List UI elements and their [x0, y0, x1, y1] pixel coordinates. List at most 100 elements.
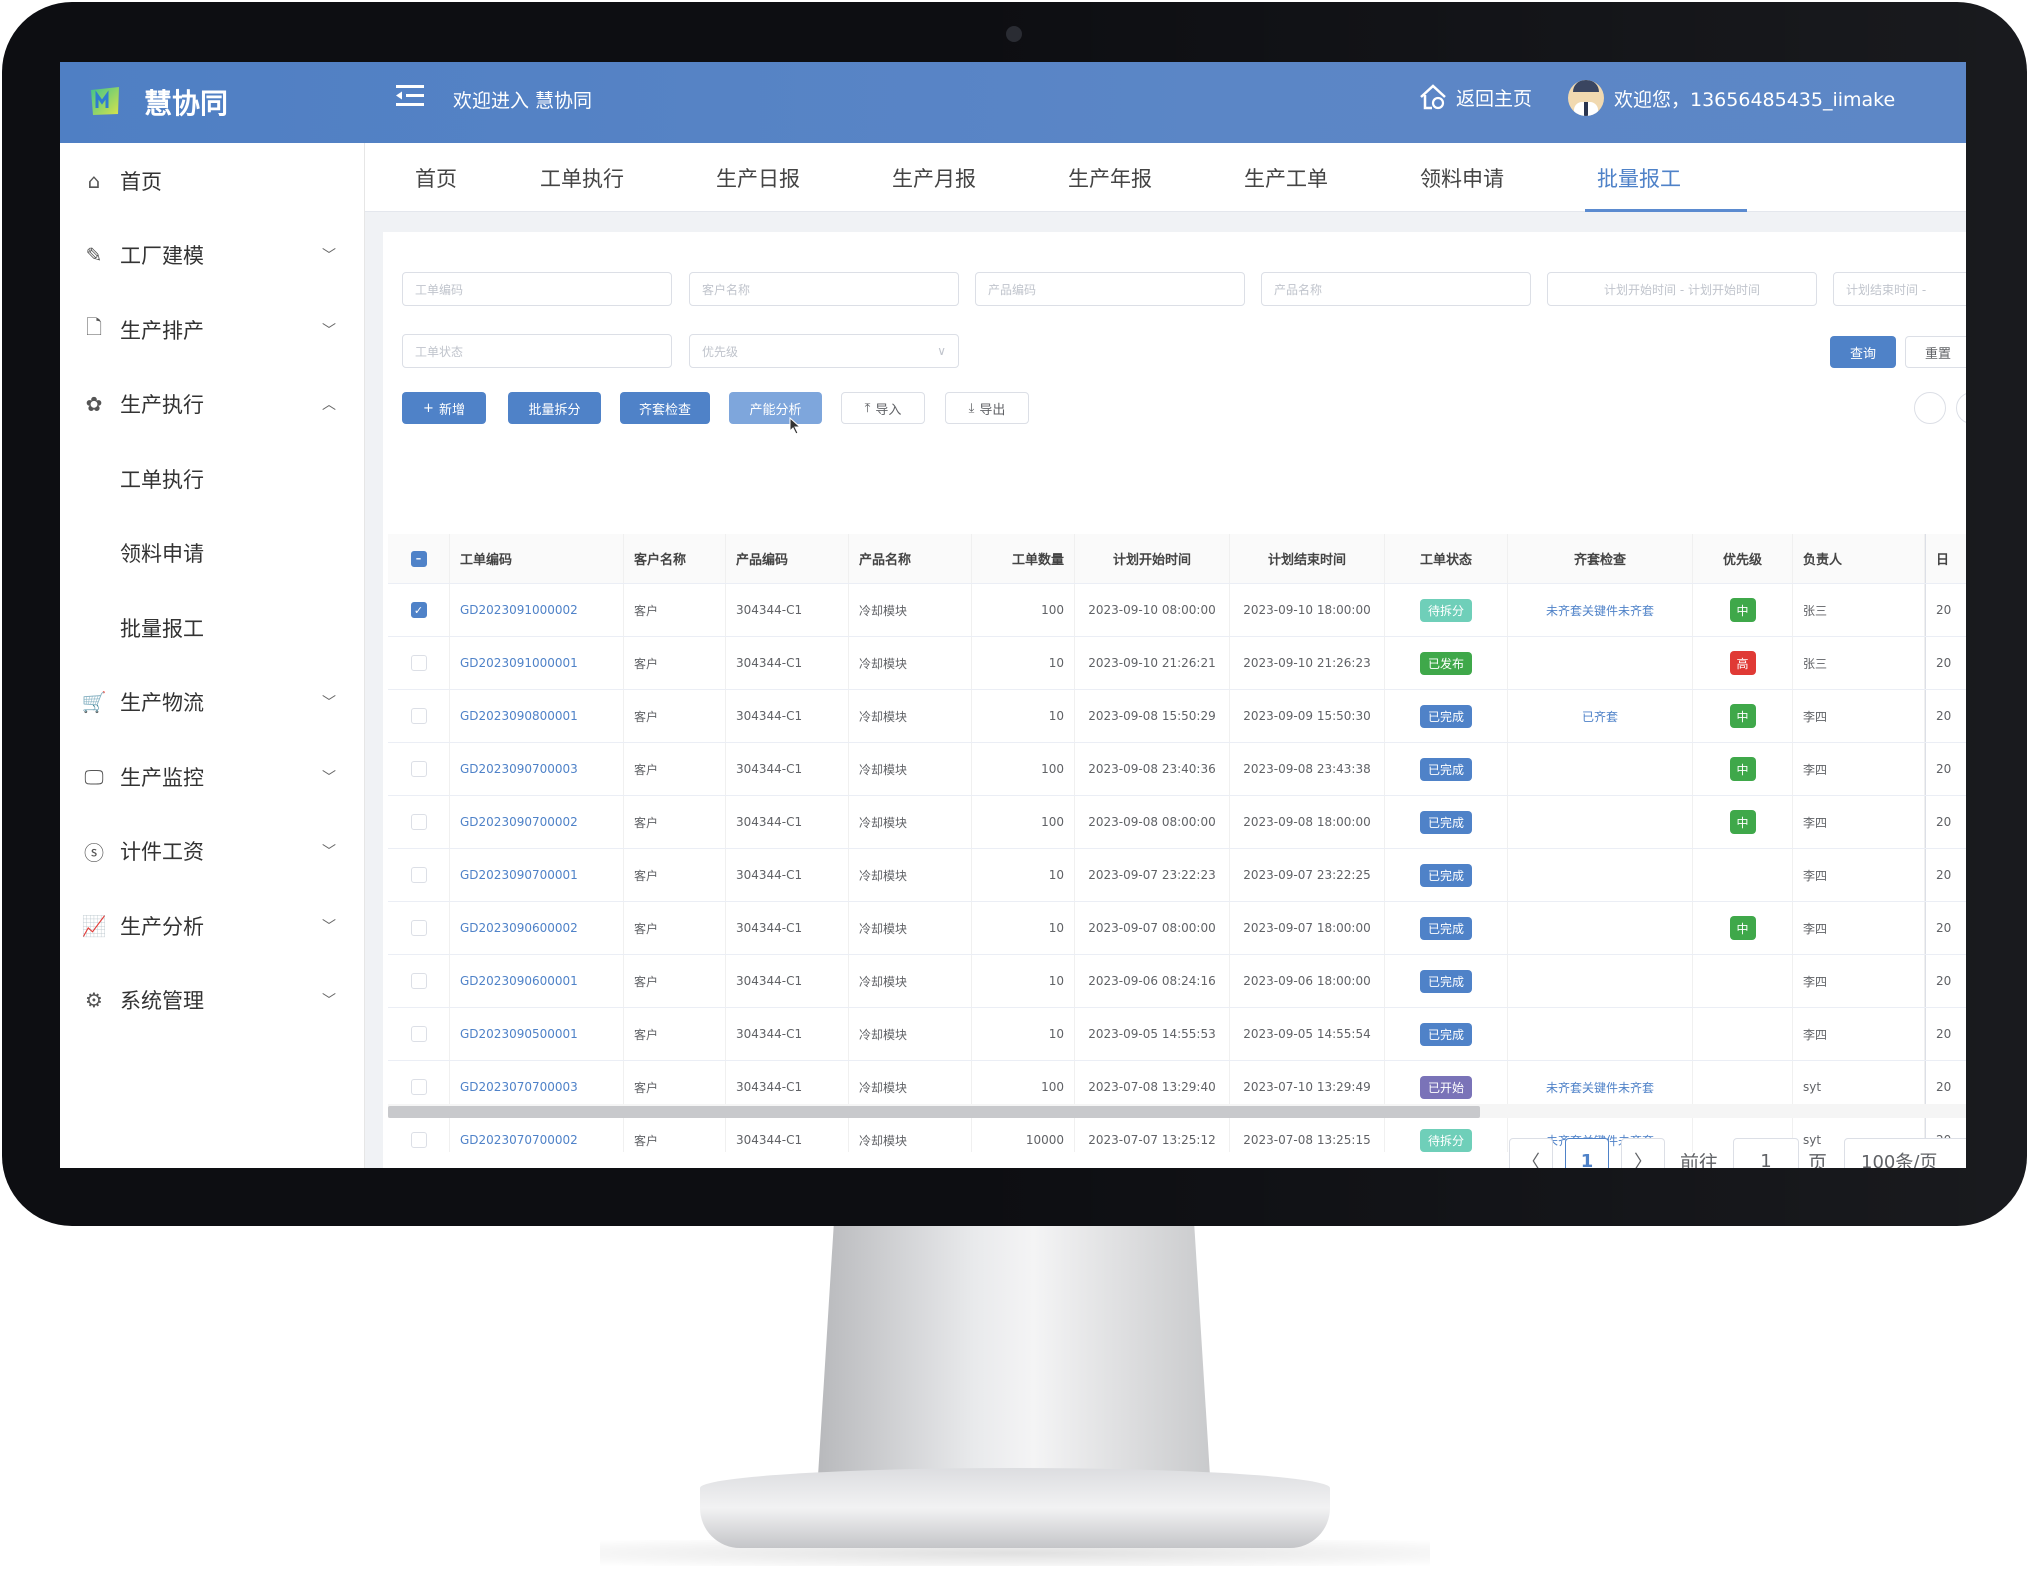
sidebar-item-home[interactable]: ⌂ 首页 — [60, 151, 365, 211]
sidebar-item-system-management[interactable]: ⚙ 系统管理 ﹀ — [60, 970, 365, 1030]
scrollbar-thumb[interactable] — [388, 1106, 1480, 1118]
row-checkbox[interactable] — [410, 655, 427, 671]
column-header[interactable]: 齐套检查 — [1508, 534, 1693, 583]
column-header[interactable]: 日 — [1925, 534, 1966, 583]
sidebar-item-production-scheduling[interactable]: 🗋 生产排产 ﹀ — [60, 300, 365, 360]
priority-select[interactable]: 优先级 ∨ — [689, 334, 959, 368]
work-order-code-link[interactable]: GD2023090700002 — [450, 796, 624, 848]
column-download-button[interactable]: ⤓ — [1956, 392, 1966, 424]
tab-home[interactable]: 首页 — [415, 143, 457, 212]
row-checkbox[interactable] — [410, 1026, 427, 1042]
user-menu[interactable]: 欢迎您，13656485435_iimake — [1568, 80, 1895, 116]
plan-start-range-picker[interactable]: 计划开始时间 - 计划开始时间 — [1547, 272, 1817, 306]
customer-name-input[interactable]: 客户名称 — [689, 272, 959, 306]
row-checkbox[interactable] — [410, 761, 427, 777]
import-button[interactable]: ⤒ 导入 — [841, 392, 925, 424]
row-checkbox-cell[interactable] — [388, 1114, 450, 1152]
reset-button[interactable]: 重置 — [1905, 336, 1966, 368]
table-row[interactable]: GD2023090600001 客户 304344-C1 冷却模块 10 2023-09-… — [388, 955, 1966, 1008]
toggle-search-button[interactable] — [1914, 392, 1946, 424]
search-button[interactable]: 查询 — [1830, 336, 1896, 368]
product-name-input[interactable]: 产品名称 — [1261, 272, 1531, 306]
column-header[interactable]: 优先级 — [1693, 534, 1793, 583]
sidebar-subitem-work-order-execution[interactable]: 工单执行 — [60, 449, 365, 509]
select-all-checkbox[interactable]: – — [410, 550, 427, 567]
column-header[interactable]: 工单状态 — [1385, 534, 1508, 583]
row-checkbox-cell[interactable]: ✓ — [388, 584, 450, 636]
table-row[interactable]: GD2023090700002 客户 304344-C1 冷却模块 100 2023-09… — [388, 796, 1966, 849]
row-checkbox-cell[interactable] — [388, 955, 450, 1007]
work-order-code-link[interactable]: GD2023091000002 — [450, 584, 624, 636]
table-row[interactable]: GD2023091000001 客户 304344-C1 冷却模块 10 2023-09-… — [388, 637, 1966, 690]
work-order-code-link[interactable]: GD2023070700002 — [450, 1114, 624, 1152]
row-checkbox-cell[interactable] — [388, 902, 450, 954]
batch-split-button[interactable]: 批量拆分 — [508, 392, 601, 424]
work-order-code-link[interactable]: GD2023090600002 — [450, 902, 624, 954]
page-size-select[interactable]: 100条/页 ▼ — [1844, 1138, 1966, 1168]
work-order-code-link[interactable]: GD2023090700003 — [450, 743, 624, 795]
row-checkbox[interactable]: ✓ — [410, 602, 427, 618]
kit-check-cell[interactable]: 未齐套关键件未齐套 — [1508, 584, 1693, 636]
table-row[interactable]: GD2023090700001 客户 304344-C1 冷却模块 10 2023-09-… — [388, 849, 1966, 902]
export-button[interactable]: ⤓ 导出 — [945, 392, 1029, 424]
work-order-status-input[interactable]: 工单状态 — [402, 334, 672, 368]
return-home-link[interactable]: 返回主页 — [1418, 82, 1532, 112]
row-checkbox[interactable] — [410, 1079, 427, 1095]
table-row[interactable]: GD2023090700003 客户 304344-C1 冷却模块 100 2023-09… — [388, 743, 1966, 796]
table-row[interactable]: GD2023090600002 客户 304344-C1 冷却模块 10 2023-09-… — [388, 902, 1966, 955]
work-order-code-link[interactable]: GD2023091000001 — [450, 637, 624, 689]
sidebar-item-production-analysis[interactable]: 📈 生产分析 ﹀ — [60, 896, 365, 956]
row-checkbox[interactable] — [410, 708, 427, 724]
sidebar-item-production-logistics[interactable]: 🛒 生产物流 ﹀ — [60, 672, 365, 732]
sidebar-subitem-material-request[interactable]: 领料申请 — [60, 523, 365, 583]
row-checkbox-cell[interactable] — [388, 690, 450, 742]
tab-daily-report[interactable]: 生产日报 — [716, 143, 800, 212]
column-header[interactable]: 工单编码 — [450, 534, 624, 583]
row-checkbox[interactable] — [410, 1132, 427, 1148]
prev-page-button[interactable]: 〈 — [1509, 1138, 1553, 1168]
row-checkbox[interactable] — [410, 920, 427, 936]
row-checkbox-cell[interactable] — [388, 1008, 450, 1060]
work-order-code-link[interactable]: GD2023090700001 — [450, 849, 624, 901]
column-header[interactable]: 产品名称 — [849, 534, 972, 583]
tab-annual-report[interactable]: 生产年报 — [1068, 143, 1152, 212]
column-header[interactable]: 产品编码 — [726, 534, 849, 583]
column-header[interactable]: 计划结束时间 — [1230, 534, 1385, 583]
row-checkbox[interactable] — [410, 973, 427, 989]
tab-material-request[interactable]: 领料申请 — [1420, 143, 1504, 212]
work-order-code-link[interactable]: GD2023090800001 — [450, 690, 624, 742]
row-checkbox[interactable] — [410, 814, 427, 830]
work-order-code-link[interactable]: GD2023090600001 — [450, 955, 624, 1007]
sidebar-item-piece-wage[interactable]: ⓢ 计件工资 ﹀ — [60, 821, 365, 881]
column-header[interactable]: 客户名称 — [624, 534, 726, 583]
work-order-code-link[interactable]: GD2023090500001 — [450, 1008, 624, 1060]
work-order-code-input[interactable]: 工单编码 — [402, 272, 672, 306]
sidebar-item-production-monitoring[interactable]: 🖵 生产监控 ﹀ — [60, 747, 365, 807]
column-header[interactable]: 计划开始时间 — [1075, 534, 1230, 583]
row-checkbox-cell[interactable] — [388, 743, 450, 795]
column-header[interactable]: 负责人 — [1793, 534, 1925, 583]
sidebar-item-production-execution[interactable]: ✿ 生产执行 ︿ — [60, 374, 365, 434]
kit-check-cell[interactable]: 已齐套 — [1508, 690, 1693, 742]
column-header[interactable]: 工单数量 — [972, 534, 1075, 583]
row-checkbox[interactable] — [410, 867, 427, 883]
table-row[interactable]: ✓ GD2023091000002 客户 304344-C1 冷却模块 100 2023-0… — [388, 584, 1966, 637]
table-row[interactable]: GD2023090500001 客户 304344-C1 冷却模块 10 2023-09-… — [388, 1008, 1966, 1061]
tab-batch-report[interactable]: 批量报工 — [1597, 143, 1681, 212]
table-row[interactable]: GD2023070700002 客户 304344-C1 冷却模块 10000 2023-… — [388, 1114, 1966, 1152]
plan-end-range-picker[interactable]: 计划结束时间 - — [1833, 272, 1966, 306]
kit-check-button[interactable]: 齐套检查 — [620, 392, 710, 424]
horizontal-scrollbar[interactable] — [388, 1104, 1966, 1118]
row-checkbox-cell[interactable] — [388, 796, 450, 848]
row-checkbox-cell[interactable] — [388, 849, 450, 901]
row-checkbox-cell[interactable] — [388, 637, 450, 689]
select-all-checkbox-cell[interactable]: – — [388, 534, 450, 583]
tab-work-order-execution[interactable]: 工单执行 — [540, 143, 624, 212]
tab-monthly-report[interactable]: 生产月报 — [892, 143, 976, 212]
table-row[interactable]: GD2023090800001 客户 304344-C1 冷却模块 10 2023-09-… — [388, 690, 1966, 743]
sidebar-item-factory-modeling[interactable]: ✎ 工厂建模 ﹀ — [60, 225, 365, 285]
goto-page-input[interactable]: 1 — [1733, 1138, 1799, 1168]
product-code-input[interactable]: 产品编码 — [975, 272, 1245, 306]
menu-fold-icon[interactable] — [394, 82, 426, 110]
capacity-analysis-button[interactable]: 产能分析 — [729, 392, 822, 424]
